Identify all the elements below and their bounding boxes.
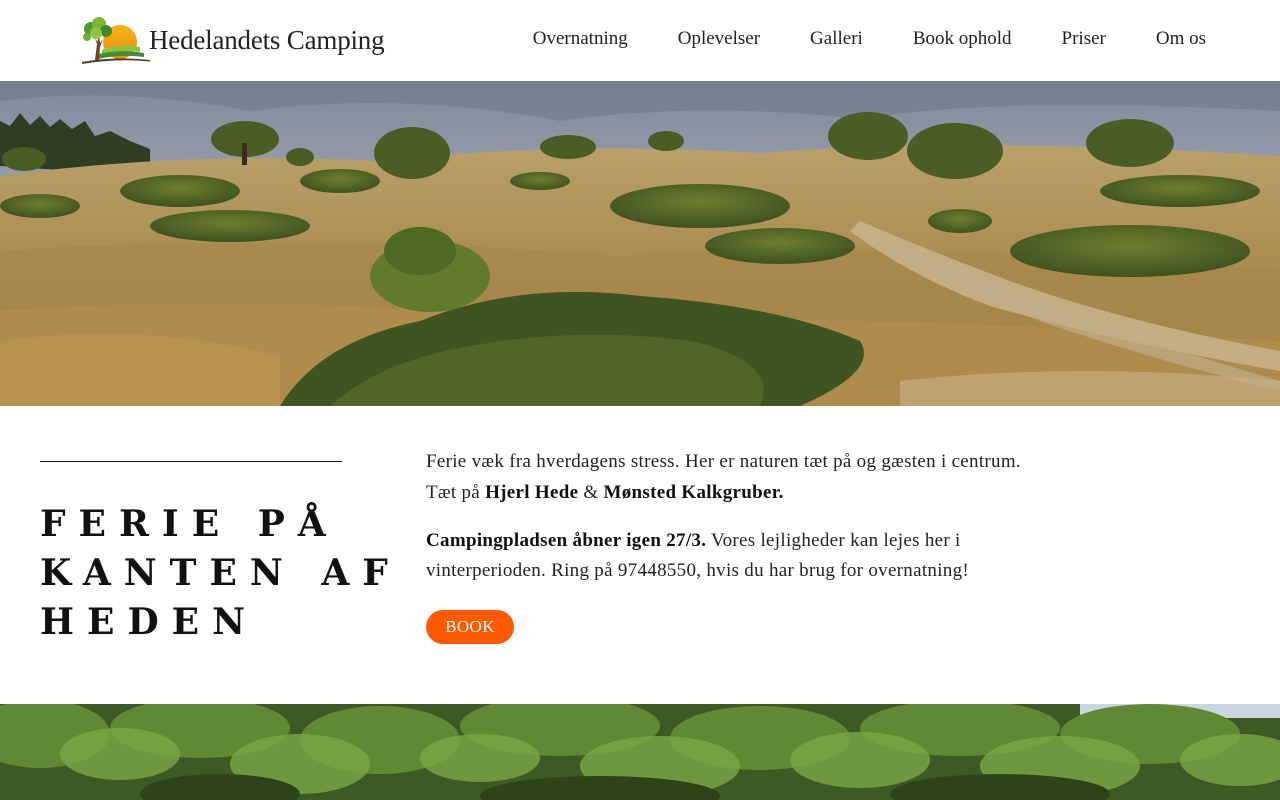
main-nav: Overnatning Oplevelser Galleri Book opho… — [533, 28, 1206, 50]
logo-text: Hedelandets Camping — [149, 24, 385, 55]
nav-item-oplevelser[interactable]: Oplevelser — [678, 28, 760, 50]
nav-item-galleri[interactable]: Galleri — [810, 28, 863, 50]
forest-trees-photo — [0, 704, 1280, 800]
site-logo[interactable]: Hedelandets Camping — [80, 16, 385, 64]
nav-item-book-ophold[interactable]: Book ophold — [913, 28, 1012, 50]
headline-divider — [40, 461, 342, 462]
intro-paragraph: Ferie væk fra hverdagens stress. Her er … — [426, 446, 1026, 508]
place-hjerl-hede: Hjerl Hede — [485, 482, 579, 503]
tree-sunset-logo-icon — [82, 17, 150, 64]
place-monsted-kalkgruber: Mønsted Kalkgruber. — [603, 482, 784, 503]
headline-line-3: HEDEN — [40, 601, 259, 643]
headline-line-1: FERIE PÅ — [40, 503, 339, 545]
opening-paragraph: Campingpladsen åbner igen 27/3. Vores le… — [426, 526, 1026, 585]
ampersand: & — [578, 482, 604, 503]
page-title: FERIE PÅ KANTEN AF HEDEN — [40, 500, 401, 647]
nav-item-overnatning[interactable]: Overnatning — [533, 28, 628, 50]
nav-item-om-os[interactable]: Om os — [1156, 28, 1206, 50]
site-header: Hedelandets Camping Overnatning Oplevels… — [0, 0, 1280, 81]
opening-date-notice: Campingpladsen åbner igen 27/3. — [426, 530, 707, 551]
nav-item-priser[interactable]: Priser — [1062, 28, 1106, 50]
forest-image — [0, 704, 1280, 800]
hero-image — [0, 81, 1280, 406]
book-button[interactable]: BOOK — [426, 610, 514, 644]
intro-text: Ferie væk fra hverdagens stress. Her er … — [426, 446, 1026, 585]
headline-line-2: KANTEN AF — [40, 552, 401, 594]
heathland-landscape-photo — [0, 81, 1280, 406]
